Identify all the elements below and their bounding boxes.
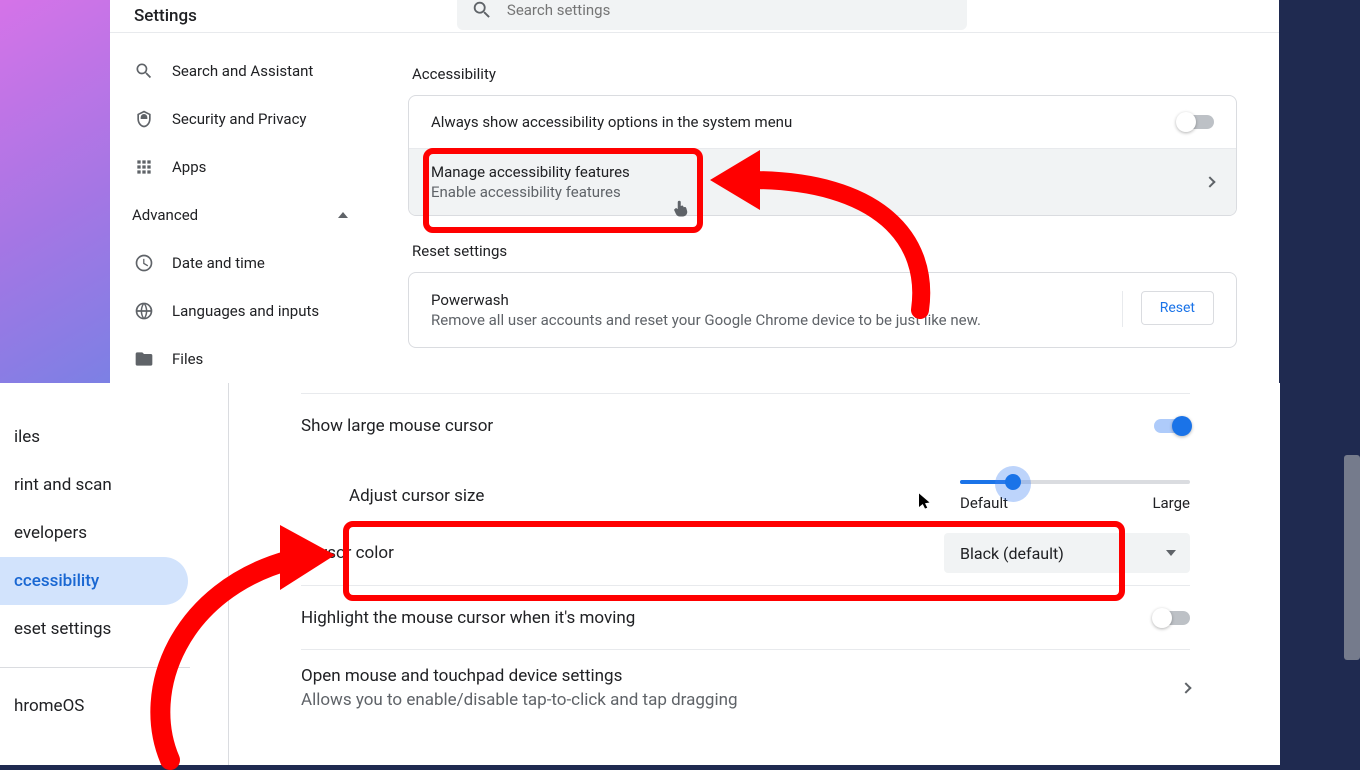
apps-icon xyxy=(134,157,154,177)
row-label: Open mouse and touchpad device settings xyxy=(301,666,1182,686)
select-cursor-color[interactable]: Black (default) xyxy=(944,533,1190,573)
toggle-always-show[interactable] xyxy=(1178,115,1214,129)
sidebar-advanced-toggle[interactable]: Advanced xyxy=(110,191,390,239)
card-reset: Powerwash Remove all user accounts and r… xyxy=(408,272,1237,348)
sidebar-item-security[interactable]: Security and Privacy xyxy=(110,95,390,143)
scrollbar-thumb[interactable] xyxy=(1344,455,1360,660)
sidebar-item-label: Files xyxy=(172,350,203,368)
search-icon xyxy=(134,61,154,81)
row-label: Cursor color xyxy=(301,543,944,563)
search-settings[interactable] xyxy=(457,0,967,30)
settings-window-bottom: iles rint and scan evelopers ccessibilit… xyxy=(0,383,1280,765)
sidebar-item-label: iles xyxy=(14,427,40,447)
sidebar-item-developers[interactable]: evelopers xyxy=(0,509,188,557)
row-sublabel: Remove all user accounts and reset your … xyxy=(431,311,1122,329)
row-cursor-color[interactable]: Cursor color Black (default) xyxy=(301,521,1190,585)
card-accessibility: Always show accessibility options in the… xyxy=(408,95,1237,216)
sidebar-item-label: hromeOS xyxy=(14,696,84,716)
sidebar-item-chromeos[interactable]: hromeOS xyxy=(0,682,188,730)
main-top: Accessibility Always show accessibility … xyxy=(390,33,1279,383)
sidebar-item-label: eset settings xyxy=(14,619,111,639)
section-title-reset: Reset settings xyxy=(412,242,1237,260)
sidebar-item-search-assistant[interactable]: Search and Assistant xyxy=(110,47,390,95)
sidebar-item-files[interactable]: iles xyxy=(0,413,188,461)
settings-window-top: Settings Search and Assistant Security a… xyxy=(110,0,1279,383)
folder-icon xyxy=(134,349,154,369)
sidebar-item-label: Advanced xyxy=(132,206,198,224)
sidebar-item-label: Apps xyxy=(172,158,206,176)
sidebar-item-reset[interactable]: eset settings xyxy=(0,605,188,653)
sidebar-item-label: Search and Assistant xyxy=(172,62,313,80)
reset-button[interactable]: Reset xyxy=(1141,291,1214,325)
sidebar-bottom: iles rint and scan evelopers ccessibilit… xyxy=(0,383,188,765)
globe-icon xyxy=(134,301,154,321)
sidebar-item-accessibility[interactable]: ccessibility xyxy=(0,557,188,605)
sidebar-item-label: rint and scan xyxy=(14,475,112,495)
row-label: Show large mouse cursor xyxy=(301,416,1154,436)
cursor-hand-icon xyxy=(671,198,689,220)
shield-icon xyxy=(134,109,154,129)
sidebar-item-date-time[interactable]: Date and time xyxy=(110,239,390,287)
toggle-show-large-cursor[interactable] xyxy=(1154,419,1190,433)
row-label: Adjust cursor size xyxy=(349,486,960,506)
chevron-right-icon xyxy=(1180,682,1191,693)
sidebar-item-label: Languages and inputs xyxy=(172,302,319,320)
chevron-up-icon xyxy=(338,212,348,218)
search-input[interactable] xyxy=(507,1,953,19)
page-title: Settings xyxy=(134,6,197,26)
row-label: Manage accessibility features xyxy=(431,163,1206,181)
row-open-touchpad[interactable]: Open mouse and touchpad device settings … xyxy=(301,649,1190,726)
row-label: Highlight the mouse cursor when it's mov… xyxy=(301,608,1154,628)
top-header: Settings xyxy=(110,0,1279,33)
row-sublabel: Allows you to enable/disable tap-to-clic… xyxy=(301,690,1182,710)
row-highlight-cursor[interactable]: Highlight the mouse cursor when it's mov… xyxy=(301,585,1190,649)
row-sublabel: Enable accessibility features xyxy=(431,183,1206,201)
cursor-pointer-icon xyxy=(916,490,934,512)
clock-icon xyxy=(134,253,154,273)
sidebar-item-label: evelopers xyxy=(14,523,87,543)
slider-max-label: Large xyxy=(1152,494,1190,512)
row-label: Powerwash xyxy=(431,291,1122,309)
toggle-highlight-cursor[interactable] xyxy=(1154,611,1190,625)
search-icon xyxy=(471,0,493,21)
chevron-right-icon xyxy=(1204,176,1215,187)
sidebar-item-label: Date and time xyxy=(172,254,265,272)
sidebar-divider xyxy=(0,667,190,668)
section-title-accessibility: Accessibility xyxy=(412,65,1237,83)
row-manage-accessibility[interactable]: Manage accessibility features Enable acc… xyxy=(409,148,1236,215)
select-value: Black (default) xyxy=(960,544,1166,563)
main-bottom: Show large mouse cursor Adjust cursor si… xyxy=(228,383,1280,765)
row-label: Always show accessibility options in the… xyxy=(431,113,1178,131)
sidebar-item-apps[interactable]: Apps xyxy=(110,143,390,191)
wallpaper-strip xyxy=(0,0,110,383)
sidebar-item-label: Security and Privacy xyxy=(172,110,307,128)
sidebar-top: Search and Assistant Security and Privac… xyxy=(110,33,390,383)
sidebar-item-print[interactable]: rint and scan xyxy=(0,461,188,509)
row-powerwash: Powerwash Remove all user accounts and r… xyxy=(409,273,1236,347)
sidebar-item-languages[interactable]: Languages and inputs xyxy=(110,287,390,335)
row-always-show[interactable]: Always show accessibility options in the… xyxy=(409,96,1236,148)
row-adjust-cursor: Adjust cursor size Default Large xyxy=(301,457,1190,521)
row-show-large-cursor[interactable]: Show large mouse cursor xyxy=(301,393,1190,457)
slider-cursor-size[interactable]: Default Large xyxy=(960,480,1190,512)
sidebar-item-files[interactable]: Files xyxy=(110,335,390,383)
chevron-down-icon xyxy=(1166,550,1176,556)
sidebar-item-label: ccessibility xyxy=(14,571,99,591)
